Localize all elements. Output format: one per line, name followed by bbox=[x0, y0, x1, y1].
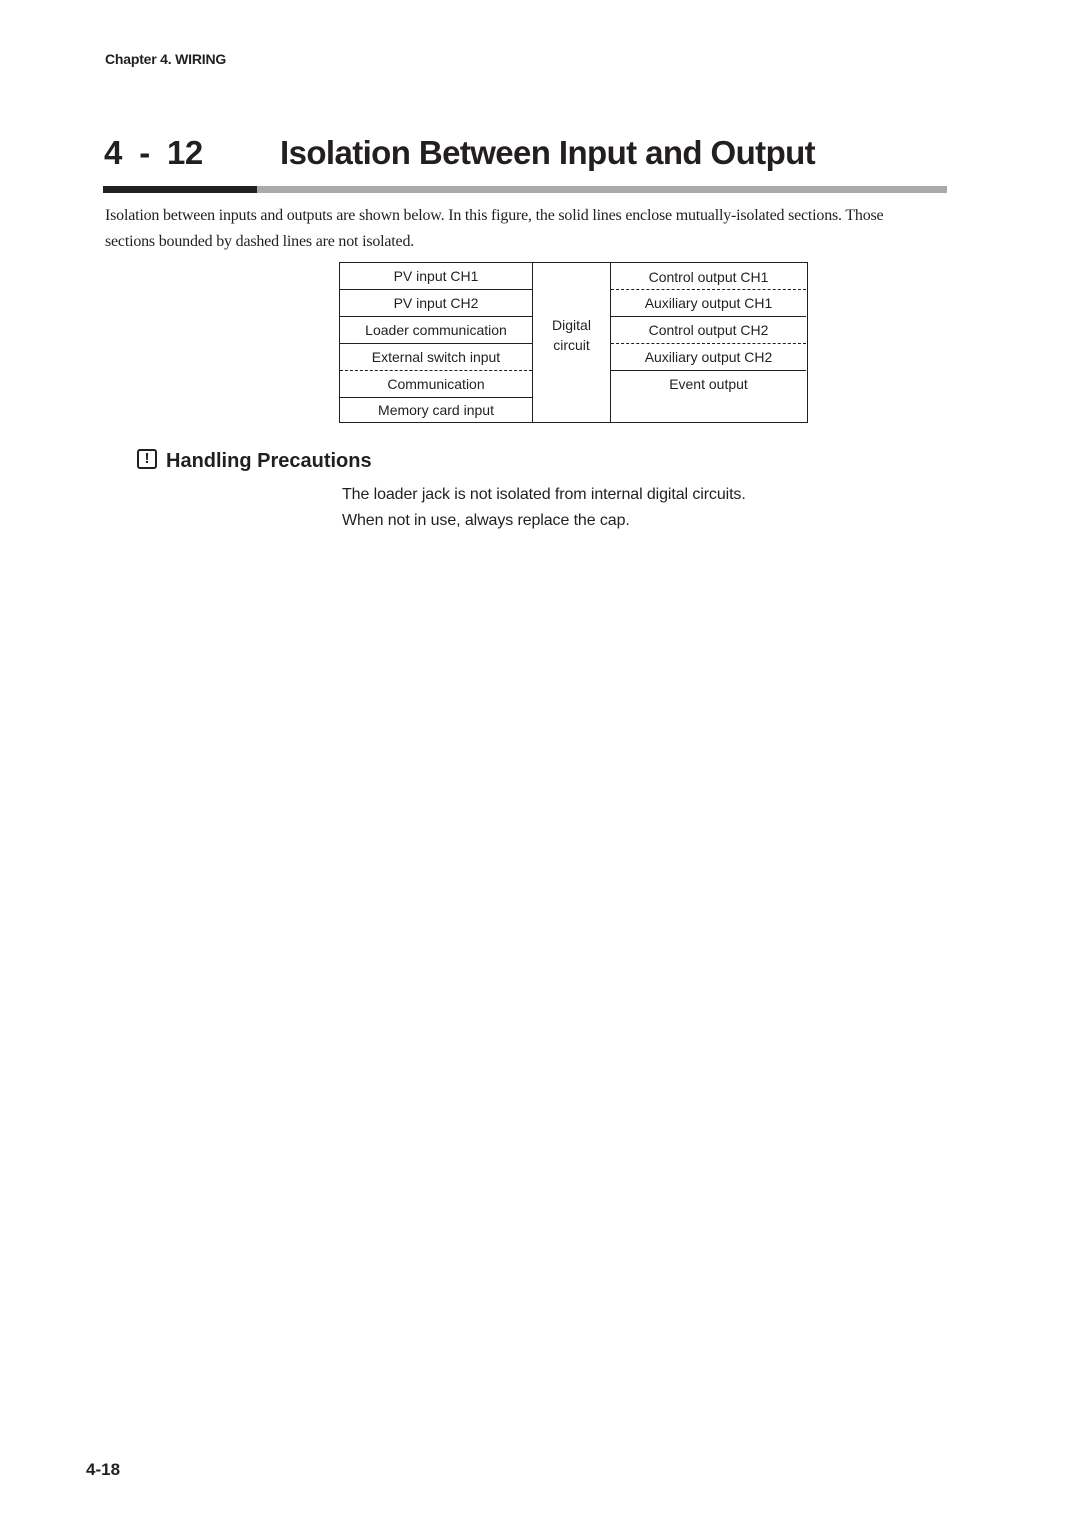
input-cell-external-switch: External switch input bbox=[340, 344, 532, 371]
output-cell-control-ch2: Control output CH2 bbox=[611, 317, 806, 344]
precautions-body: The loader jack is not isolated from int… bbox=[342, 482, 746, 534]
section-title: Isolation Between Input and Output bbox=[280, 134, 816, 171]
inputs-column: PV input CH1 PV input CH2 Loader communi… bbox=[340, 263, 533, 422]
isolation-diagram: PV input CH1 PV input CH2 Loader communi… bbox=[339, 262, 808, 423]
output-cell-auxiliary-ch2: Auxiliary output CH2 bbox=[611, 344, 806, 371]
output-cell-control-ch1: Control output CH1 bbox=[611, 263, 806, 290]
output-cell-event: Event output bbox=[669, 376, 748, 392]
dashed-boundary-pv-ch1 bbox=[532, 263, 533, 290]
section-number-minor: 12 bbox=[167, 134, 203, 171]
title-rule-light bbox=[257, 186, 947, 193]
digital-circuit-column: Digital circuit bbox=[532, 263, 610, 422]
section-number-major: 4 bbox=[104, 134, 122, 171]
output-cell-auxiliary-ch1: Auxiliary output CH1 bbox=[611, 290, 806, 317]
precautions-heading-text: Handling Precautions bbox=[166, 450, 372, 472]
page-number: 4-18 bbox=[86, 1460, 121, 1479]
input-cell-communication: Communication bbox=[340, 371, 532, 398]
input-cell-pv-ch2: PV input CH2 bbox=[340, 290, 532, 317]
title-rule-dark bbox=[103, 186, 257, 193]
intro-paragraph: Isolation between inputs and outputs are… bbox=[105, 207, 884, 250]
handling-precautions-heading: ! Handling Precautions bbox=[137, 448, 372, 473]
section-number: 4 - 12 bbox=[104, 134, 203, 172]
warning-exclamation-icon: ! bbox=[137, 448, 157, 469]
precaution-line: When not in use, always replace the cap. bbox=[342, 512, 630, 529]
input-cell-loader-communication: Loader communication bbox=[340, 317, 532, 344]
precaution-line: The loader jack is not isolated from int… bbox=[342, 486, 746, 503]
chapter-header: Chapter 4. WIRING bbox=[105, 51, 227, 67]
input-cell-memory-card: Memory card input bbox=[378, 402, 494, 418]
input-cell-pv-ch1: PV input CH1 bbox=[340, 263, 532, 290]
outputs-column: Control output CH1 Auxiliary output CH1 … bbox=[610, 263, 806, 422]
section-number-separator: - bbox=[139, 134, 150, 171]
digital-circuit-label: Digital circuit bbox=[552, 317, 591, 353]
